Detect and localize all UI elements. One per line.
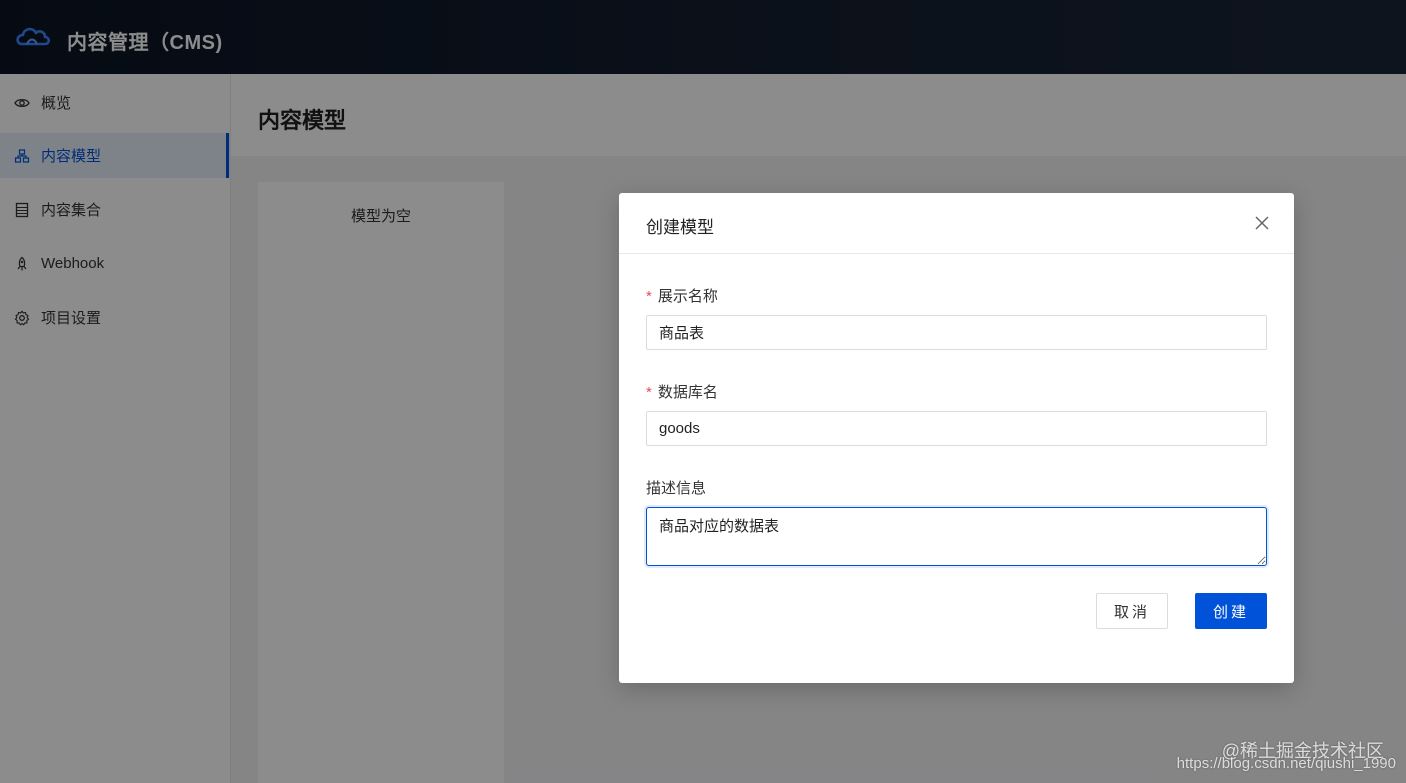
display-name-label: * 展示名称 <box>646 288 718 305</box>
description-label: 描述信息 <box>646 480 707 497</box>
watermark-url: https://blog.csdn.net/qiushi_1990 <box>1176 755 1396 772</box>
dialog-header: 创建模型 <box>619 193 1294 254</box>
cancel-button[interactable]: 取消 <box>1096 593 1168 629</box>
description-textarea[interactable]: 商品对应的数据表 <box>646 507 1267 566</box>
db-name-input[interactable] <box>646 411 1267 446</box>
dialog-title: 创建模型 <box>646 218 714 237</box>
required-mark: * <box>646 384 652 401</box>
required-mark: * <box>646 288 652 305</box>
display-name-input[interactable] <box>646 315 1267 350</box>
db-name-label: * 数据库名 <box>646 384 718 401</box>
create-button[interactable]: 创建 <box>1195 593 1267 629</box>
close-icon[interactable] <box>1252 213 1272 233</box>
create-model-dialog: 创建模型 *展示名称 *数据库名 描述信息 商品对应的数据表 取消 创建 <box>619 193 1294 683</box>
